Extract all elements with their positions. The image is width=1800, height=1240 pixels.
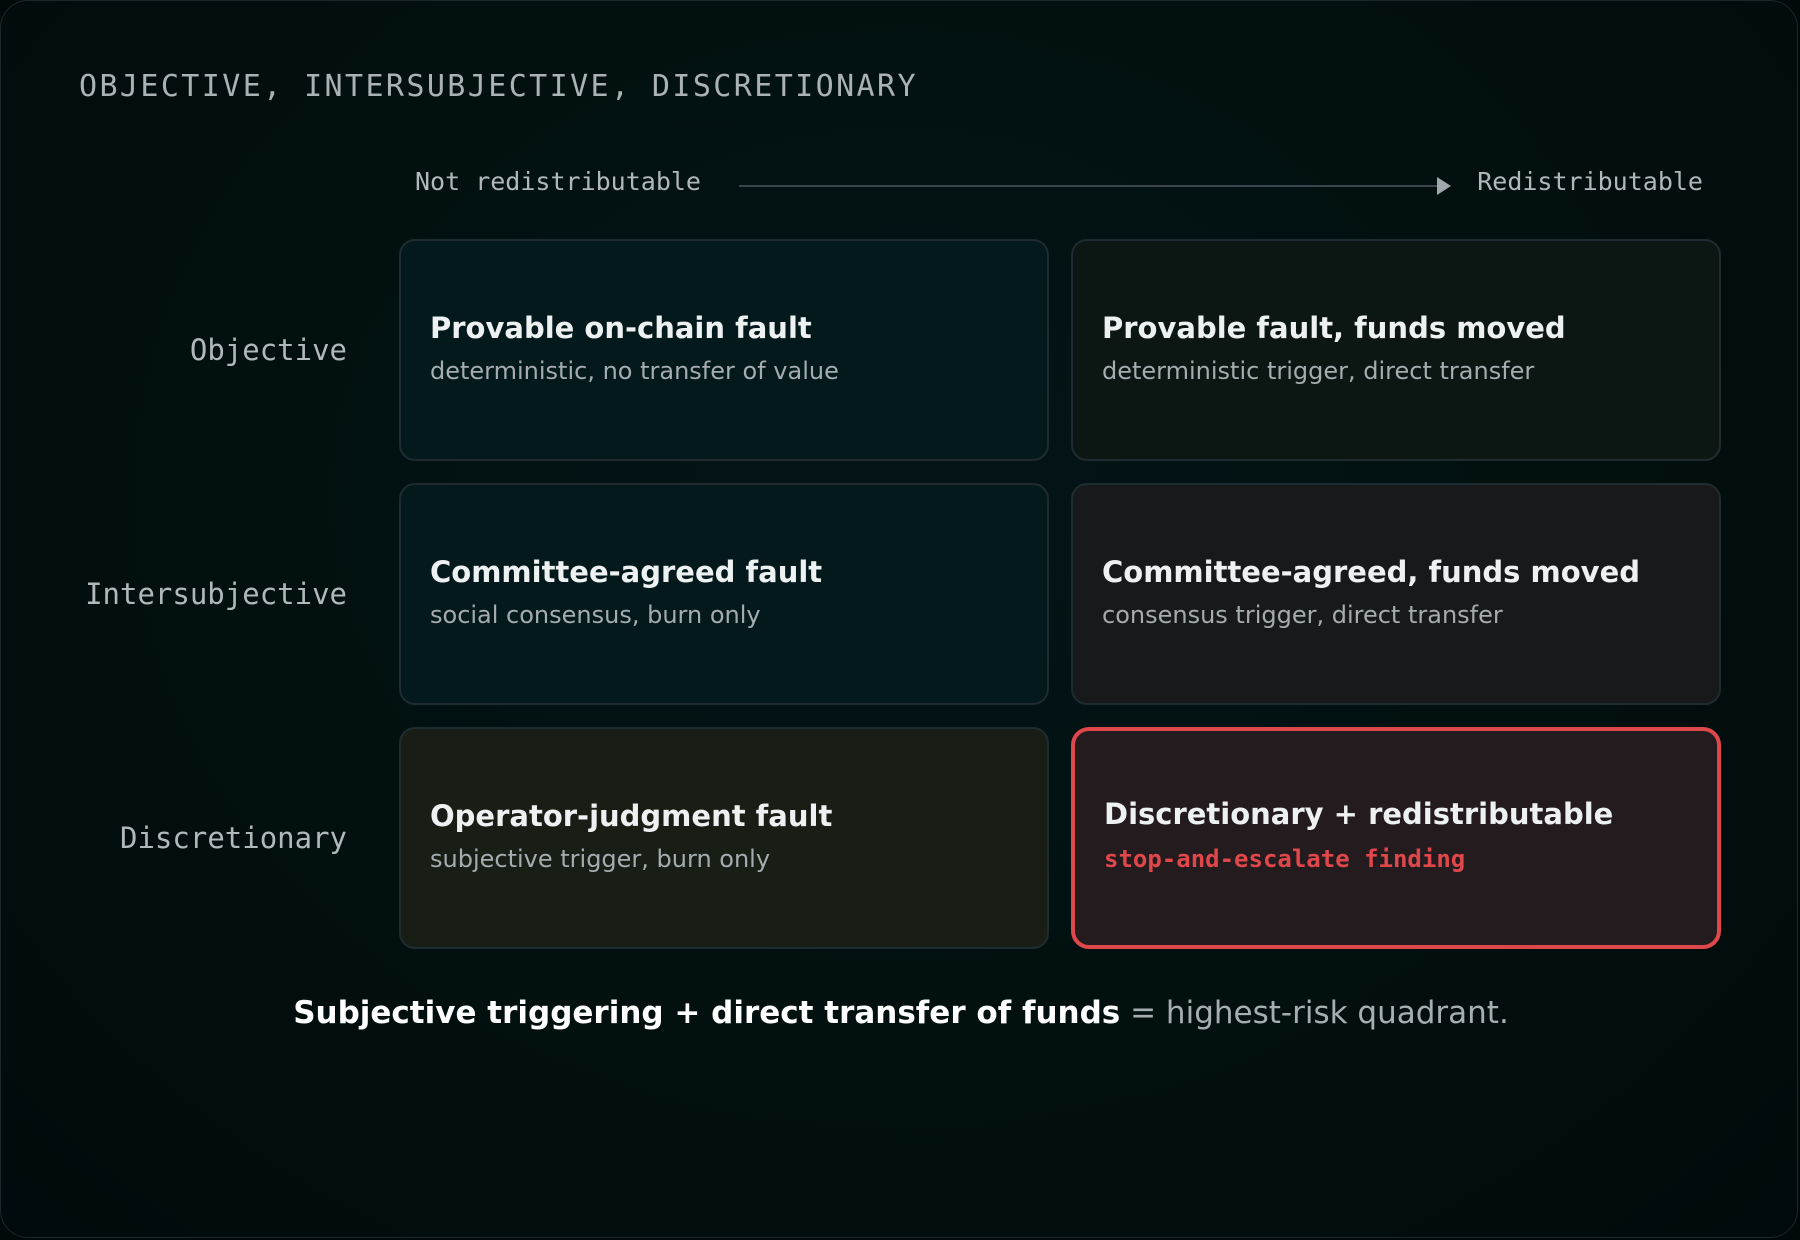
footer-emphasis: Subjective triggering + direct transfer …: [293, 995, 1121, 1031]
quadrant-title: Discretionary + redistributable: [1104, 797, 1614, 831]
quadrant-discretionary-not-redistributable: Operator-judgment fault subjective trigg…: [399, 727, 1049, 949]
quadrant-title: Provable on-chain fault: [430, 311, 812, 345]
quadrant-subtitle: social consensus, burn only: [430, 601, 761, 629]
quadrant-title: Operator-judgment fault: [430, 799, 833, 833]
quadrant-intersubjective-redistributable: Committee-agreed, funds moved consensus …: [1071, 483, 1721, 705]
quadrant-title: Provable fault, funds moved: [1102, 311, 1566, 345]
diagram-title: OBJECTIVE, INTERSUBJECTIVE, DISCRETIONAR…: [79, 69, 918, 104]
quadrant-discretionary-redistributable-highlighted: Discretionary + redistributable stop-and…: [1071, 727, 1721, 949]
row-label-intersubjective: Intersubjective: [85, 577, 347, 611]
x-axis-right-label: Redistributable: [1477, 167, 1703, 196]
quadrant-subtitle: deterministic trigger, direct transfer: [1102, 357, 1535, 385]
quadrant-subtitle: consensus trigger, direct transfer: [1102, 601, 1503, 629]
quadrant-objective-redistributable: Provable fault, funds moved deterministi…: [1071, 239, 1721, 461]
quadrant-title: Committee-agreed, funds moved: [1102, 555, 1641, 589]
quadrant-objective-not-redistributable: Provable on-chain fault deterministic, n…: [399, 239, 1049, 461]
quadrant-subtitle: deterministic, no transfer of value: [430, 357, 839, 385]
footer-conclusion: = highest-risk quadrant.: [1120, 995, 1509, 1031]
x-axis-line: [739, 185, 1439, 187]
footer-summary: Subjective triggering + direct transfer …: [1, 995, 1800, 1031]
arrow-right-icon: [1437, 177, 1451, 195]
quadrant-title: Committee-agreed fault: [430, 555, 823, 589]
row-label-objective: Objective: [189, 333, 347, 367]
row-label-discretionary: Discretionary: [120, 821, 347, 855]
quadrant-intersubjective-not-redistributable: Committee-agreed fault social consensus,…: [399, 483, 1049, 705]
quadrant-subtitle: subjective trigger, burn only: [430, 845, 771, 873]
escalation-finding-label: stop-and-escalate finding: [1104, 845, 1466, 873]
diagram-panel: OBJECTIVE, INTERSUBJECTIVE, DISCRETIONAR…: [0, 0, 1798, 1238]
x-axis-left-label: Not redistributable: [415, 167, 701, 196]
